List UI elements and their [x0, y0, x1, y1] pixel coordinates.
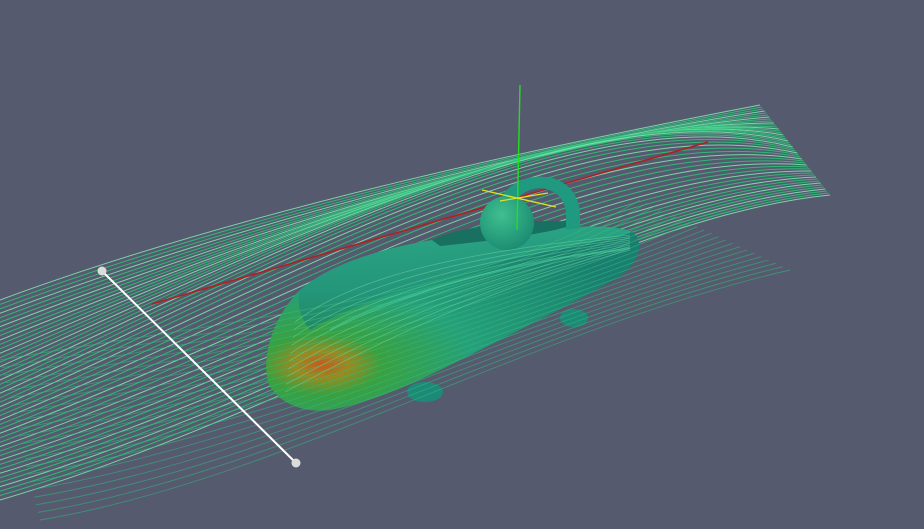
flow-visualization-canvas[interactable]: [0, 0, 924, 529]
3d-viewport[interactable]: [0, 0, 924, 529]
seed-handle-end[interactable]: [291, 458, 301, 468]
vehicle-body[interactable]: [266, 176, 640, 411]
seed-handle-start[interactable]: [97, 266, 107, 276]
driver-helmet: [480, 196, 534, 250]
